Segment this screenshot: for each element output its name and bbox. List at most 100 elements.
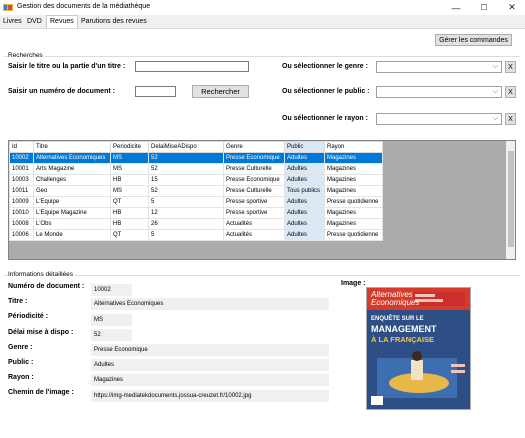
cell-rayon: Magazines [324,174,383,186]
cell-titre: Challenges [33,174,111,186]
cell-rayon: Magazines [324,207,383,219]
cell-rayon: Presse quotidienne [324,229,383,241]
genre-select[interactable]: ⌵ [376,61,502,73]
rayon-select[interactable]: ⌵ [376,113,502,125]
cell-genre: Presse Economique [223,152,285,164]
chevron-down-icon: ⌵ [492,115,498,122]
cell-genre: Presse sportive [223,207,285,219]
column-header-periodicite[interactable]: Periodicite [110,141,149,153]
window-title: Gestion des documents de la médiathèque [17,3,151,10]
rayon-field[interactable]: Magazines [91,374,329,386]
tab-dvd[interactable]: DVD [24,16,45,28]
cell-genre: Presse sportive [223,196,285,208]
column-header-rayon[interactable]: Rayon [324,141,383,153]
manage-orders-button[interactable]: Gérer les commandes [435,34,512,46]
table-row[interactable]: 10002 Alternatives Economiques MS 52 Pre… [9,152,383,164]
cell-titre: L'Obs [33,218,111,230]
titre-label: Titre : [8,298,28,305]
scrollbar-thumb[interactable] [508,151,514,247]
revues-table: Id Titre Periodicite DelaiMiseADispo Gen… [9,141,383,241]
table-row[interactable]: 10001 Arts Magazine MS 52 Presse Culture… [9,163,383,175]
cell-periodicite: MS [110,163,149,175]
revues-data-grid[interactable]: Id Titre Periodicite DelaiMiseADispo Gen… [8,140,516,260]
cell-id: 10008 [9,218,34,230]
cell-id: 10003 [9,174,34,186]
chevron-down-icon: ⌵ [492,63,498,70]
number-search-label: Saisir un numéro de document : [8,88,115,95]
grid-vertical-scrollbar[interactable] [506,141,515,259]
cell-genre: Actualités [223,229,285,241]
table-row[interactable]: 10003 Challenges HB 15 Presse Economique… [9,174,383,186]
column-header-titre[interactable]: Titre [33,141,111,153]
app-icon [3,3,13,12]
clear-rayon-button[interactable]: X [505,113,516,125]
cell-rayon: Magazines [324,163,383,175]
public-field[interactable]: Adultes [91,359,329,371]
genre-select-label: Ou sélectionner le genre : [282,63,368,70]
column-header-id[interactable]: Id [9,141,34,153]
table-row[interactable]: 10008 L'Obs HB 26 Actualités Adultes Mag… [9,218,383,230]
cell-periodicite: HB [110,207,149,219]
table-row[interactable]: 10011 Geo MS 52 Presse Culturelle Tous p… [9,185,383,197]
cell-public: Adultes [284,163,325,175]
genre-field[interactable]: Presse Economique [91,344,329,356]
tab-livres[interactable]: Livres [0,16,25,28]
clear-genre-button[interactable]: X [505,61,516,73]
search-group-border [4,56,520,57]
cover-masthead-line2: Economiques [371,298,420,307]
details-group-label: Informations détaillées [8,271,76,278]
cover-image: Alternatives Economiques ENQUÊTE SUR LE … [366,287,471,410]
image-path-field[interactable]: https://img-mediatekdocuments.jossua-cre… [91,390,329,402]
table-header-row: Id Titre Periodicite DelaiMiseADispo Gen… [9,141,383,153]
cell-delai: 5 [148,229,224,241]
column-header-genre[interactable]: Genre [223,141,285,153]
clear-public-button[interactable]: X [505,86,516,98]
cell-id: 10010 [9,207,34,219]
numero-field[interactable]: 10002 [91,284,132,296]
number-search-input[interactable] [135,86,176,97]
public-select-label: Ou sélectionner le public : [282,88,370,95]
search-button[interactable]: Rechercher [192,85,249,98]
cover-headline-1: ENQUÊTE SUR LE [371,316,424,322]
public-select[interactable]: ⌵ [376,86,502,98]
tab-parutions[interactable]: Parutions des revues [78,16,150,28]
cell-delai: 5 [148,196,224,208]
cell-public: Adultes [284,196,325,208]
periodicite-label: Périodicité : [8,313,49,320]
title-search-label: Saisir le titre ou la partie d'un titre … [8,63,126,70]
cell-id: 10009 [9,196,34,208]
table-row[interactable]: 10010 L'Equipe Magazine HB 12 Presse spo… [9,207,383,219]
cell-id: 10002 [9,152,34,164]
cell-rayon: Magazines [324,152,383,164]
genre-label: Genre : [8,344,33,351]
details-group-border [4,275,520,276]
cell-delai: 15 [148,174,224,186]
maximize-button[interactable]: ☐ [470,1,498,14]
cell-id: 10001 [9,163,34,175]
delai-field[interactable]: 52 [91,329,132,341]
column-header-public[interactable]: Public [284,141,325,153]
cell-titre: Arts Magazine [33,163,111,175]
tab-revues[interactable]: Revues [46,15,78,29]
cell-titre: Geo [33,185,111,197]
image-path-label: Chemin de l'image : [8,389,74,396]
cell-titre: L'Equipe [33,196,111,208]
cell-genre: Presse Culturelle [223,185,285,197]
cell-titre: Le Monde [33,229,111,241]
minimize-button[interactable]: — [442,1,470,14]
cell-delai: 52 [148,152,224,164]
titre-field[interactable]: Alternatives Economiques [91,298,329,310]
title-search-input[interactable] [135,61,249,72]
close-button[interactable]: ✕ [498,1,525,14]
cell-rayon: Magazines [324,185,383,197]
column-header-delai[interactable]: DelaiMiseADispo [148,141,224,153]
cell-titre: L'Equipe Magazine [33,207,111,219]
table-row[interactable]: 10009 L'Equipe QT 5 Presse sportive Adul… [9,196,383,208]
cell-genre: Actualités [223,218,285,230]
cell-periodicite: MS [110,185,149,197]
table-row[interactable]: 10006 Le Monde QT 5 Actualités Adultes P… [9,229,383,241]
window-titlebar: Gestion des documents de la médiathèque … [0,0,525,15]
cell-delai: 26 [148,218,224,230]
cell-periodicite: HB [110,218,149,230]
periodicite-field[interactable]: MS [91,314,132,326]
